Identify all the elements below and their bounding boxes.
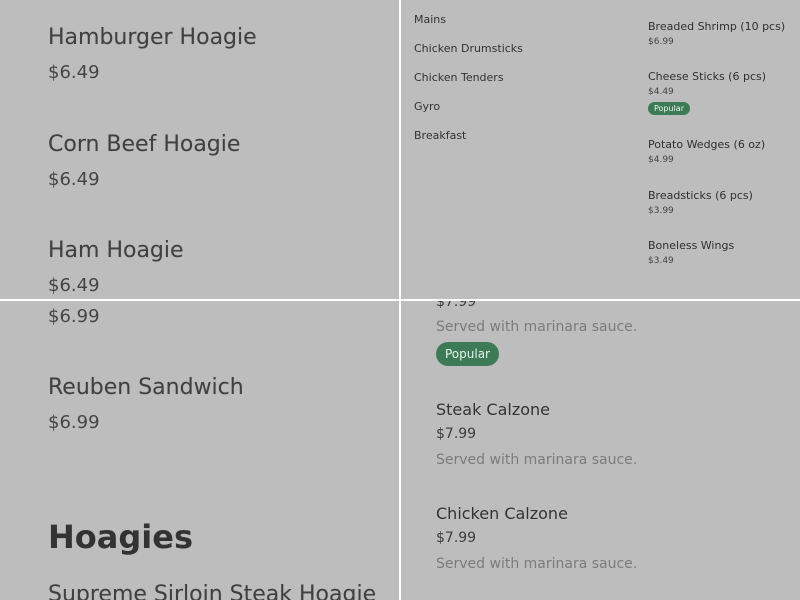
menu-item-price: $7.99 [436, 530, 477, 546]
menu-item-price: $6.49 [48, 275, 100, 296]
menu-item-description: Served with marinara sauce. [436, 556, 638, 572]
menu-item-price: $7.99 [436, 426, 477, 442]
category-nav-item-mains[interactable]: Mains [414, 13, 446, 26]
menu-item-name[interactable]: Corn Beef Hoagie [48, 132, 240, 157]
menu-item-description: Served with marinara sauce. [436, 319, 638, 335]
side-item-name[interactable]: Breadsticks (6 pcs) [648, 189, 753, 202]
side-item-name[interactable]: Breaded Shrimp (10 pcs) [648, 20, 785, 33]
menu-item-name[interactable]: Ham Hoagie [48, 238, 184, 263]
menu-item-price: $6.99 [48, 306, 100, 327]
menu-panel-bottom-left: $6.99 Reuben Sandwich $6.99 Hoagies Supr… [0, 301, 399, 600]
menu-item-name[interactable]: Steak Calzone [436, 400, 550, 419]
side-item-price: $6.99 [648, 37, 674, 47]
side-item-name[interactable]: Boneless Wings [648, 239, 734, 252]
side-item-name[interactable]: Cheese Sticks (6 pcs) [648, 70, 766, 83]
section-heading-hoagies: Hoagies [48, 518, 193, 556]
side-item-name[interactable]: Potato Wedges (6 oz) [648, 138, 765, 151]
side-item-price: $3.49 [648, 256, 674, 266]
menu-item-price: $6.49 [48, 169, 100, 190]
popular-badge: Popular [436, 342, 499, 366]
menu-item-name[interactable]: Hamburger Hoagie [48, 25, 257, 50]
menu-panel-top-left: Hamburger Hoagie $6.49 Corn Beef Hoagie … [0, 0, 399, 299]
side-item-price: $3.99 [648, 206, 674, 216]
menu-item-price: $7.99 [436, 301, 477, 310]
menu-item-name[interactable]: Chicken Calzone [436, 504, 568, 523]
category-nav-item-breakfast[interactable]: Breakfast [414, 129, 466, 142]
side-item-price: $4.99 [648, 155, 674, 165]
category-nav-item-chicken-tenders[interactable]: Chicken Tenders [414, 71, 504, 84]
menu-panel-bottom-right: $7.99 Served with marinara sauce. Popula… [401, 301, 800, 600]
popular-badge: Popular [648, 102, 690, 115]
menu-item-price: $6.49 [48, 62, 100, 83]
category-nav-item-chicken-drumsticks[interactable]: Chicken Drumsticks [414, 42, 523, 55]
menu-item-description: Served with marinara sauce. [436, 452, 638, 468]
category-nav-item-gyro[interactable]: Gyro [414, 100, 440, 113]
horizontal-divider [0, 299, 800, 301]
menu-panel-top-right: Mains Chicken Drumsticks Chicken Tenders… [401, 0, 800, 299]
side-item-price: $4.49 [648, 87, 674, 97]
menu-item-name[interactable]: Supreme Sirloin Steak Hoagie [48, 582, 376, 600]
menu-item-name[interactable]: Reuben Sandwich [48, 375, 244, 400]
menu-item-price: $6.99 [48, 412, 100, 433]
